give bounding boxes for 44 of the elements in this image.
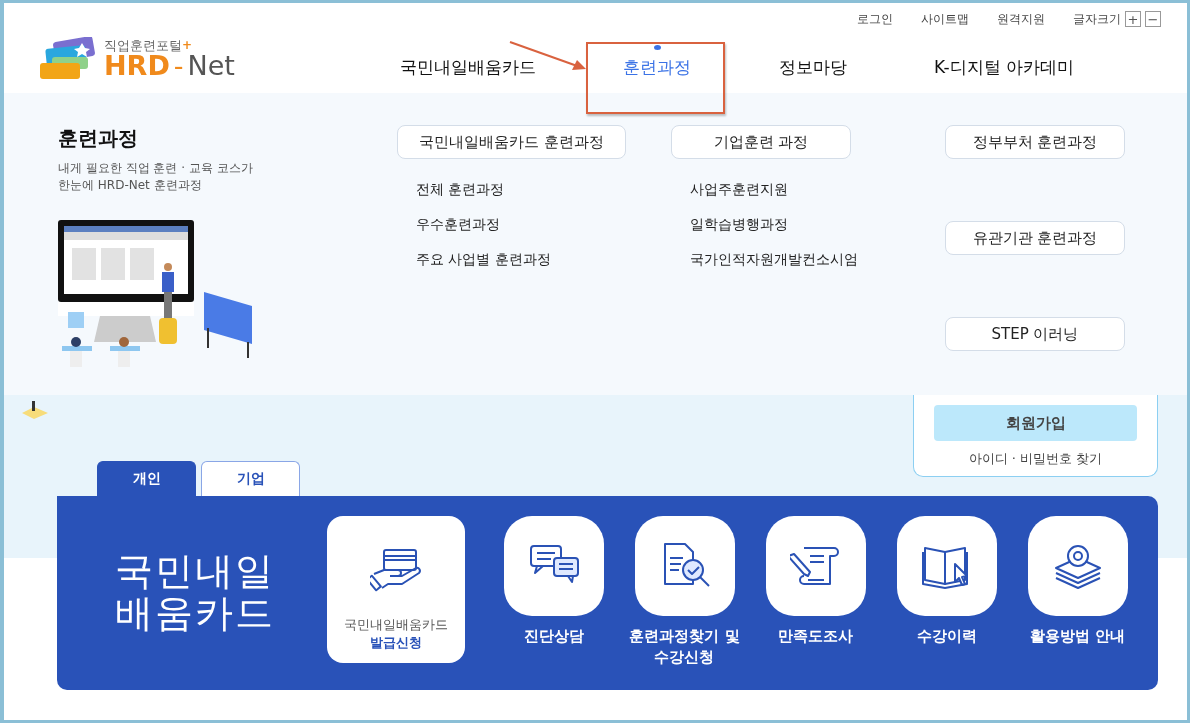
- service-label: 수강이력: [916, 626, 977, 647]
- menu-description: 내게 필요한 직업 훈련 · 교육 코스가: [58, 160, 254, 177]
- category-button[interactable]: 국민내일배움카드 훈련과정: [397, 125, 626, 159]
- tab[interactable]: 기업: [201, 461, 300, 496]
- service-label: 훈련과정찾기 및: [629, 626, 740, 647]
- menu-title: 훈련과정: [58, 125, 139, 152]
- logo-plus: +: [182, 39, 193, 51]
- category-button[interactable]: 유관기관 훈련과정: [945, 221, 1125, 255]
- nav-item[interactable]: 정보마당: [779, 45, 847, 79]
- category-button[interactable]: STEP 이러닝: [945, 317, 1125, 351]
- logo-dash: -: [173, 52, 184, 79]
- logo-tagline: 직업훈련포털: [104, 39, 182, 52]
- service-label: 수강신청: [653, 647, 716, 668]
- font-size-button[interactable]: −: [1145, 11, 1161, 27]
- tab[interactable]: 개인: [97, 461, 196, 496]
- font-size-button[interactable]: +: [1125, 11, 1141, 27]
- service-label: 만족도조사: [778, 626, 853, 647]
- nav-item[interactable]: 훈련과정: [623, 45, 691, 79]
- service-label: 활용방법 안내: [1029, 626, 1126, 647]
- utility-link[interactable]: 원격지원: [997, 10, 1045, 28]
- panel-title: 국민내일: [115, 550, 276, 592]
- signup-button[interactable]: 회원가입: [934, 405, 1137, 441]
- logo-suffix: Net: [187, 52, 235, 79]
- utility-link[interactable]: 사이트맵: [921, 10, 969, 28]
- service-card[interactable]: 국민내일배움카드 발급신청: [327, 516, 465, 663]
- menu-link[interactable]: 사업주훈련지원: [690, 181, 788, 199]
- panel-title: 배움카드: [115, 592, 276, 634]
- menu-link[interactable]: 주요 사업별 훈련과정: [416, 251, 551, 269]
- utility-link[interactable]: 로그인: [857, 10, 893, 28]
- menu-link[interactable]: 우수훈련과정: [416, 216, 500, 234]
- font-size-label: 글자크기: [1073, 10, 1121, 28]
- service-label: 국민내일배움카드: [344, 616, 448, 634]
- menu-link[interactable]: 전체 훈련과정: [416, 181, 505, 199]
- service-label: 발급신청: [369, 634, 423, 652]
- logo-brand: HRD: [104, 52, 170, 79]
- category-button[interactable]: 정부부처 훈련과정: [945, 125, 1125, 159]
- category-button[interactable]: 기업훈련 과정: [671, 125, 851, 159]
- find-account-link[interactable]: 아이디 · 비밀번호 찾기: [968, 450, 1103, 468]
- menu-description: 한눈에 HRD-Net 훈련과정: [58, 177, 203, 194]
- nav-item[interactable]: 국민내일배움카드: [400, 45, 536, 79]
- menu-link[interactable]: 일학습병행과정: [690, 216, 788, 234]
- service-label: 진단상담: [523, 626, 584, 647]
- nav-item[interactable]: K-디지털 아카데미: [934, 45, 1074, 79]
- menu-link[interactable]: 국가인적자원개발컨소시엄: [690, 251, 858, 269]
